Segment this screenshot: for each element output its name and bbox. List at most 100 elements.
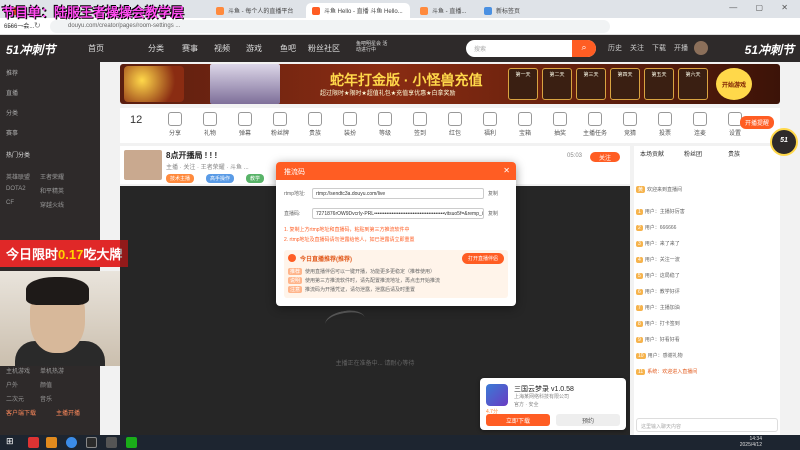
start-broadcast-button[interactable]: 主播开播: [56, 408, 80, 417]
toolbar-item[interactable]: 粉丝牌: [265, 112, 295, 137]
event-float-badge[interactable]: 51: [770, 128, 798, 156]
stream-tag[interactable]: 教学: [246, 174, 265, 183]
gift-day[interactable]: 第二天: [542, 68, 572, 100]
toolbar-item[interactable]: 贵族: [300, 112, 330, 137]
taskbar-app-icon[interactable]: [86, 437, 97, 448]
game-download-button[interactable]: 立即下载: [486, 414, 550, 426]
browser-tab[interactable]: 斗鱼 - 每个人的直播平台: [210, 3, 302, 18]
download-icon[interactable]: 下载: [648, 43, 670, 53]
follow-icon[interactable]: 关注: [626, 43, 648, 53]
tab-label: 斗鱼 - 直播...: [432, 9, 467, 15]
sidebar-cell[interactable]: DOTA2: [6, 186, 26, 192]
copy-server-button[interactable]: 复制: [488, 190, 498, 197]
history-icon[interactable]: 历史: [604, 43, 626, 53]
toolbar-label: 投票: [658, 131, 671, 137]
toolbar-item[interactable]: 宝箱: [510, 112, 540, 137]
nav-fans[interactable]: 粉丝社区: [308, 43, 340, 54]
gift-day[interactable]: 第一天: [508, 68, 538, 100]
gift-day[interactable]: 第四天: [610, 68, 640, 100]
sidebar-cell[interactable]: 王者荣耀: [40, 172, 64, 181]
gift-day[interactable]: 第三天: [576, 68, 606, 100]
toolbar-item[interactable]: 连麦: [685, 112, 715, 137]
browser-tab-active[interactable]: 斗鱼 Hello - 直播 斗鱼 Hello...: [306, 3, 410, 18]
browser-tab[interactable]: 新标签页: [478, 3, 538, 18]
stream-tag[interactable]: 高手操作: [206, 174, 235, 183]
nav-yuba[interactable]: 鱼吧: [280, 43, 296, 54]
recommend-title: 今日直播推荐(推荐): [300, 257, 352, 263]
search-icon[interactable]: ⌕: [572, 40, 596, 57]
gift-day[interactable]: 第六天: [678, 68, 708, 100]
taskbar-app-icon[interactable]: [28, 437, 39, 448]
search-input[interactable]: 搜索 ⌕: [466, 40, 596, 57]
toolbar-item[interactable]: 弹幕: [230, 112, 260, 137]
wechat-icon[interactable]: [126, 437, 137, 448]
toolbar-item[interactable]: 等级: [370, 112, 400, 137]
sidebar-cell[interactable]: 颜值: [40, 380, 52, 389]
nav-video[interactable]: 视频: [214, 43, 230, 54]
chat-text: 用户：打卡签到: [644, 321, 680, 327]
stream-tag[interactable]: 技术主播: [166, 174, 195, 183]
broadcast-icon[interactable]: 开播: [670, 43, 692, 53]
toolbar-item[interactable]: 红包: [440, 112, 470, 137]
sidebar-cell[interactable]: 英雄联盟: [6, 172, 30, 181]
sidebar-item-category[interactable]: 分类: [6, 108, 18, 117]
tab-label: 斗鱼 Hello - 直播 斗鱼 Hello...: [324, 9, 403, 15]
chat-tab[interactable]: 粉丝团: [684, 149, 702, 158]
sidebar-cell[interactable]: 和平精英: [40, 186, 64, 195]
browser-icon[interactable]: [66, 437, 77, 448]
system-clock[interactable]: 14:34 2025/4/12: [740, 436, 762, 448]
server-field[interactable]: rtmp://sendtc3a.douyu.com/live: [312, 188, 484, 199]
avatar[interactable]: [694, 41, 708, 55]
nav-games[interactable]: 游戏: [246, 43, 262, 54]
game-reserve-button[interactable]: 预约: [556, 414, 620, 426]
remind-button[interactable]: 开播提醒: [739, 116, 774, 129]
sidebar-item-events[interactable]: 赛事: [6, 128, 18, 137]
banner-start-button[interactable]: 开始游戏: [716, 68, 752, 100]
chat-tab[interactable]: 贵族: [728, 149, 740, 158]
sidebar-cell[interactable]: 主机游戏: [6, 366, 30, 375]
toolbar-item[interactable]: 礼物: [195, 112, 225, 137]
sidebar-item-recommend[interactable]: 推荐: [6, 68, 18, 77]
step-tag: 注意: [288, 286, 303, 293]
promo-banner[interactable]: 蛇年打金版 · 小怪兽充值 超过限时★限时★超值礼包★充值享优惠★白拿奖励 第一…: [120, 64, 780, 104]
key-field[interactable]: 7271876rOW9DvcrIy-PRL•••••••••••••••••••…: [312, 208, 484, 219]
nav-category[interactable]: 分类: [148, 43, 164, 54]
client-download-button[interactable]: 客户端下载: [6, 408, 36, 417]
toolbar-item[interactable]: 投票: [650, 112, 680, 137]
sidebar-cell[interactable]: 单机热游: [40, 366, 64, 375]
nav-events[interactable]: 赛事: [182, 43, 198, 54]
site-logo[interactable]: 51冲刺节: [6, 41, 55, 58]
sidebar-cell[interactable]: 穿越火线: [40, 200, 64, 209]
sidebar-cell[interactable]: CF: [6, 200, 14, 206]
open-companion-button[interactable]: 打开直播伴侣: [462, 253, 504, 264]
chat-input[interactable]: 这里输入聊天内容: [636, 418, 778, 432]
sidebar-item-live[interactable]: 直播: [6, 88, 18, 97]
gift-day[interactable]: 第五天: [644, 68, 674, 100]
sidebar-cell[interactable]: 户外: [6, 380, 18, 389]
toolbar-item[interactable]: 分享: [160, 112, 190, 137]
close-icon[interactable]: ✕: [503, 166, 510, 175]
taskbar-app-icon[interactable]: [46, 437, 57, 448]
toolbar-item[interactable]: 签到: [405, 112, 435, 137]
follow-button[interactable]: 关注: [590, 152, 620, 162]
taskbar-app-icon[interactable]: [106, 437, 117, 448]
nav-home[interactable]: 首页: [88, 43, 104, 54]
sidebar-cell[interactable]: 二次元: [6, 394, 24, 403]
toolbar-item[interactable]: 主播任务: [580, 112, 610, 137]
toolbar-item[interactable]: 装扮: [335, 112, 365, 137]
toolbar-item[interactable]: 抽奖: [545, 112, 575, 137]
recommend-step: 注意 推流码为开播凭证，请勿泄露，泄露后请及时重置: [288, 286, 415, 293]
vote-icon: [658, 112, 672, 126]
chat-tab[interactable]: 本场贡献: [640, 149, 664, 158]
start-icon[interactable]: ⊞: [6, 436, 17, 447]
copy-key-button[interactable]: 复制: [488, 210, 498, 217]
browser-tab[interactable]: 斗鱼 - 直播...: [414, 3, 474, 18]
streamer-avatar[interactable]: [124, 150, 162, 180]
toolbar-item[interactable]: 福利: [475, 112, 505, 137]
game-card[interactable]: 三国云梦录 v1.0.58 上海某网络科技有限公司 官方 · 安全 4.7分 立…: [480, 378, 626, 430]
reload-icon[interactable]: ↻: [34, 21, 41, 30]
toolbar-item[interactable]: 竞猜: [615, 112, 645, 137]
nav-promo[interactable]: 鱼吧明星会 活动进行中: [356, 41, 392, 53]
window-controls[interactable]: — ▢ ✕: [729, 3, 796, 12]
sidebar-cell[interactable]: 音乐: [40, 394, 52, 403]
